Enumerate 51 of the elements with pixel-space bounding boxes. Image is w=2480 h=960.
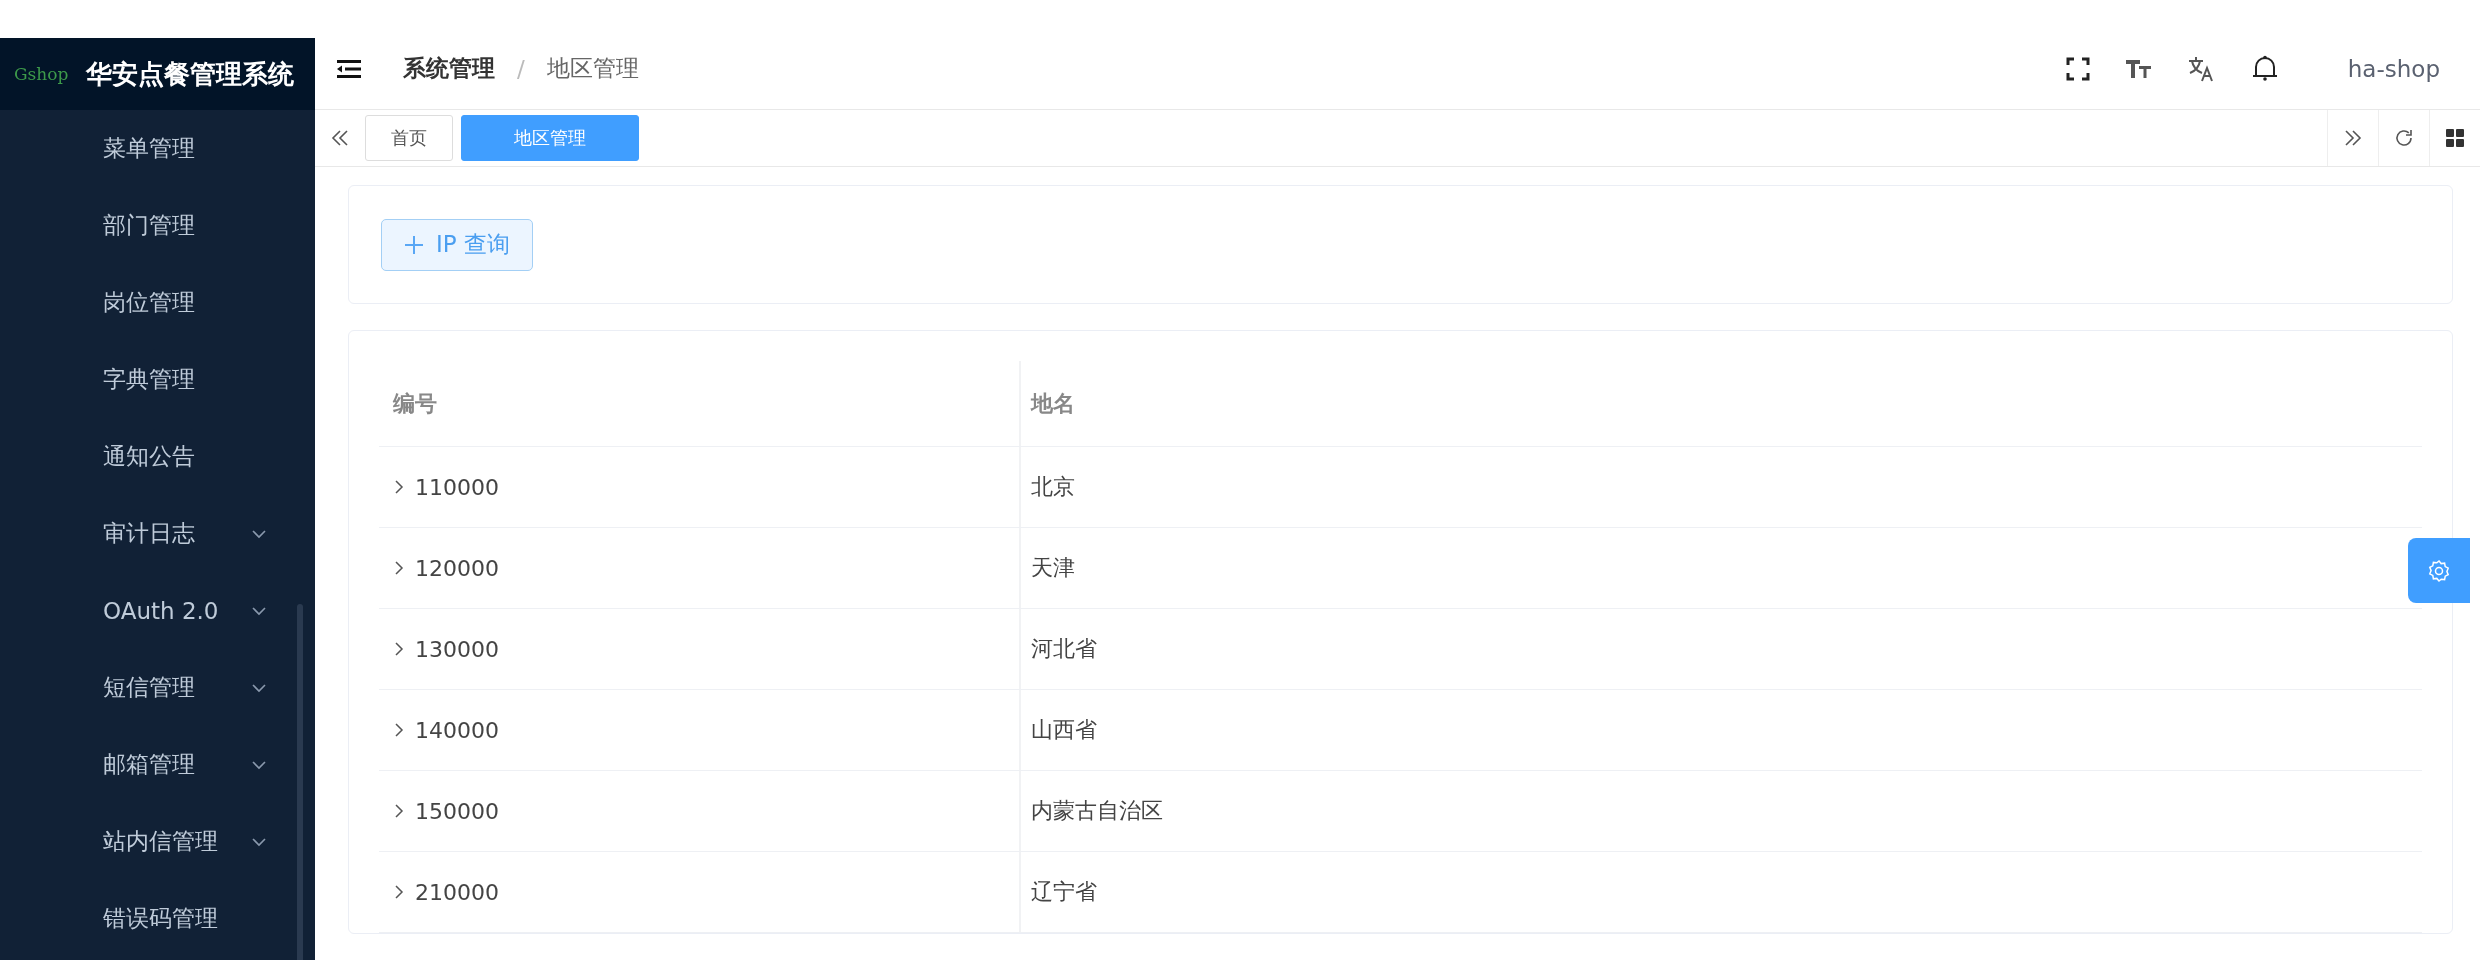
sidebar-item[interactable]: 邮箱管理: [0, 726, 315, 803]
bell-icon[interactable]: [2251, 54, 2278, 83]
logo: Gshop: [14, 64, 69, 84]
breadcrumb-separator: /: [517, 55, 525, 82]
refresh-icon: [2394, 128, 2414, 148]
sidebar-item[interactable]: 站内信管理: [0, 803, 315, 880]
plus-icon: [404, 234, 424, 255]
table-cell: 150000: [415, 798, 499, 824]
expand-chevron-icon[interactable]: [393, 561, 405, 575]
table-cell: 130000: [415, 636, 499, 662]
expand-chevron-icon[interactable]: [393, 804, 405, 818]
table-cell: 120000: [415, 555, 499, 581]
expand-chevron-icon[interactable]: [393, 480, 405, 494]
sidebar-item[interactable]: 审计日志: [0, 495, 315, 572]
settings-button[interactable]: [2408, 538, 2470, 603]
table-cell: 210000: [415, 879, 499, 905]
sidebar-item[interactable]: OAuth 2.0: [0, 572, 315, 649]
sidebar-item[interactable]: 字典管理: [0, 341, 315, 418]
sidebar-item[interactable]: 错误码管理: [0, 880, 315, 957]
table-cell-text: 山西省: [1031, 716, 1097, 744]
grid-icon: [2445, 128, 2465, 148]
user-name[interactable]: ha-shop: [2347, 55, 2440, 82]
translate-icon[interactable]: [2187, 55, 2216, 82]
breadcrumb-item[interactable]: 系统管理: [403, 53, 495, 84]
table-cell-text: 天津: [1031, 554, 1075, 582]
column-header: 编号: [379, 361, 1021, 446]
sidebar-item[interactable]: 岗位管理: [0, 264, 315, 341]
breadcrumb-item: 地区管理: [546, 54, 639, 83]
expand-chevron-icon[interactable]: [393, 723, 405, 737]
sidebar-item[interactable]: 菜单管理: [0, 110, 315, 187]
app-title: 华安点餐管理系统: [86, 57, 295, 91]
menu-icon[interactable]: [337, 58, 361, 79]
table-cell: 140000: [415, 717, 499, 743]
font-size-icon[interactable]: [2125, 57, 2152, 80]
tab[interactable]: 首页: [365, 115, 453, 161]
table-cell-text: 北京: [1031, 473, 1075, 501]
sidebar-item[interactable]: 短信管理: [0, 649, 315, 726]
scrollbar[interactable]: [297, 604, 303, 960]
double-chevron-left-icon: [331, 129, 349, 147]
settings-icon: [2427, 558, 2451, 583]
table-cell-text: 河北省: [1031, 635, 1097, 663]
column-header: 地名: [1029, 389, 1076, 418]
table-cell-text: 内蒙古自治区: [1031, 797, 1163, 825]
double-chevron-right-icon: [2344, 129, 2362, 147]
sidebar-item[interactable]: 通知公告: [0, 418, 315, 495]
expand-chevron-icon[interactable]: [393, 642, 405, 656]
table-cell-text: 辽宁省: [1031, 878, 1097, 906]
table-cell: 110000: [415, 474, 499, 500]
sidebar-item[interactable]: 部门管理: [0, 187, 315, 264]
expand-chevron-icon[interactable]: [393, 885, 405, 899]
fullscreen-icon[interactable]: [2065, 56, 2090, 81]
